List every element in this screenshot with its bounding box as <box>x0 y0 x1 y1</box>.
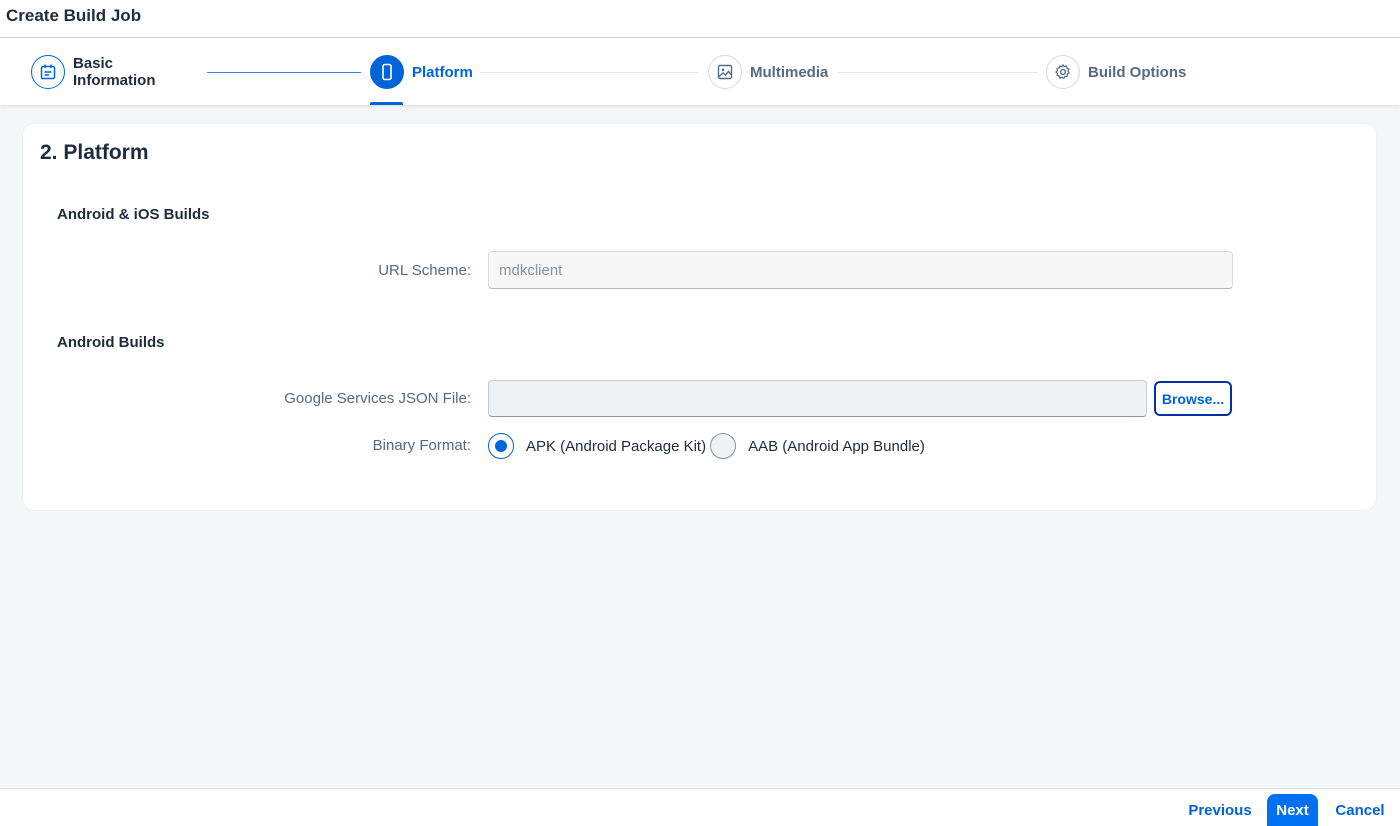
image-icon <box>708 55 742 89</box>
next-button[interactable]: Next <box>1267 794 1318 826</box>
calendar-icon <box>31 55 65 89</box>
wizard-step-label: Basic Information <box>73 55 156 89</box>
wizard-progress-bar: Basic Information Platform Multimedia Bu… <box>0 38 1400 105</box>
google-services-json-field[interactable] <box>488 380 1147 417</box>
platform-form-card: 2. Platform Android & iOS Builds URL Sch… <box>23 124 1376 510</box>
url-scheme-label: URL Scheme: <box>378 262 471 279</box>
browse-button[interactable]: Browse... <box>1154 381 1232 416</box>
step-connector <box>838 72 1038 73</box>
wizard-step-multimedia[interactable]: Multimedia <box>708 54 828 90</box>
binary-format-label: Binary Format: <box>372 437 471 454</box>
cancel-button[interactable]: Cancel <box>1330 794 1390 826</box>
wizard-step-label: Platform <box>412 63 473 81</box>
title-bar: Create Build Job <box>0 0 1400 38</box>
radio-aab-label[interactable]: AAB (Android App Bundle) <box>748 438 925 455</box>
android-builds-heading: Android Builds <box>57 334 165 351</box>
binary-format-radio-group: APK (Android Package Kit) AAB (Android A… <box>488 433 929 459</box>
footer-toolbar: Previous Next Cancel <box>0 788 1400 826</box>
android-ios-builds-heading: Android & iOS Builds <box>57 206 210 223</box>
url-scheme-input[interactable] <box>488 251 1233 289</box>
radio-apk-label[interactable]: APK (Android Package Kit) <box>526 438 706 455</box>
wizard-step-build-options[interactable]: Build Options <box>1046 54 1186 90</box>
active-step-indicator <box>370 102 403 105</box>
radio-selected-dot <box>495 440 507 452</box>
step-connector <box>207 72 361 73</box>
wizard-step-platform[interactable]: Platform <box>370 54 473 90</box>
google-services-json-label: Google Services JSON File: <box>284 390 471 407</box>
radio-aab[interactable] <box>710 433 737 459</box>
page-title: Create Build Job <box>6 6 142 25</box>
gear-icon <box>1046 55 1080 89</box>
section-heading: 2. Platform <box>40 141 149 164</box>
step-connector <box>480 72 698 73</box>
phone-icon <box>370 55 404 89</box>
wizard-step-label: Multimedia <box>750 63 829 81</box>
radio-apk[interactable] <box>488 433 514 459</box>
wizard-step-basic-information[interactable]: Basic Information <box>31 54 173 90</box>
previous-button[interactable]: Previous <box>1184 794 1256 826</box>
wizard-step-label: Build Options <box>1088 63 1187 81</box>
